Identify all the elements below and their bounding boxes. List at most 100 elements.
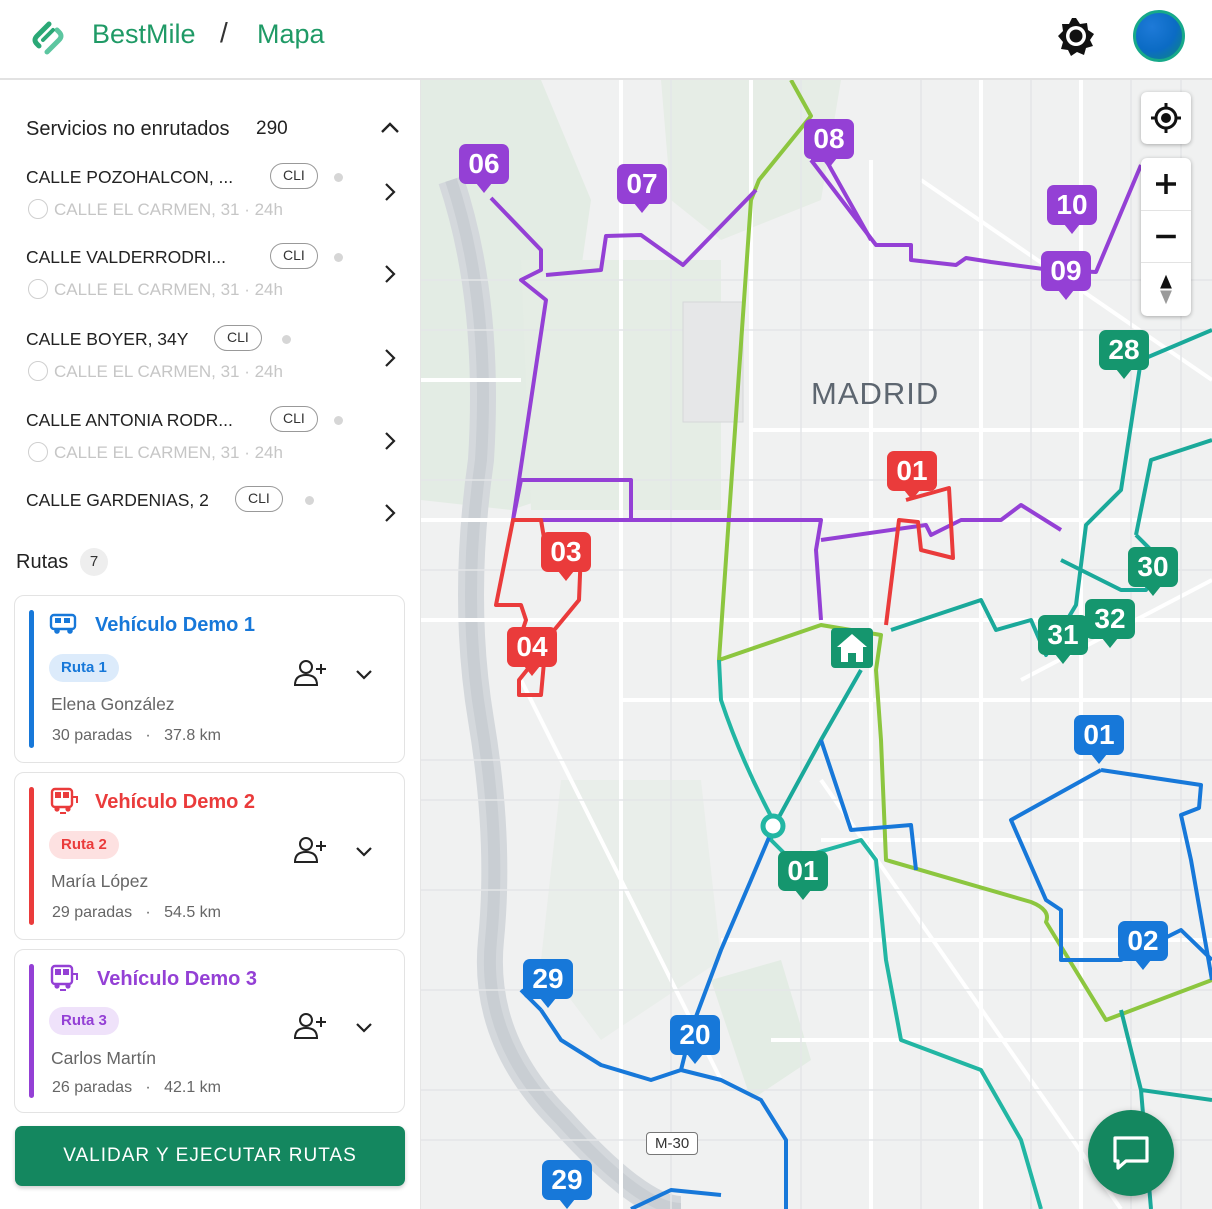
chevron-right-icon[interactable] <box>380 263 400 285</box>
status-dot <box>334 416 343 425</box>
breadcrumb-current[interactable]: Mapa <box>257 19 325 50</box>
service-address: CALLE GARDENIAS, 2 <box>26 490 209 510</box>
stop-marker[interactable]: 10 <box>1047 185 1097 234</box>
routes-title: Rutas <box>16 551 69 573</box>
compass-icon[interactable] <box>1141 262 1191 316</box>
stop-marker[interactable]: 04 <box>507 627 557 676</box>
user-avatar[interactable] <box>1133 10 1185 62</box>
sidebar: Servicios no enrutados 290 CALLE POZOHAL… <box>0 80 421 1209</box>
stop-marker[interactable]: 01 <box>887 451 937 500</box>
client-chip: CLI <box>270 406 318 432</box>
route-distance: 54.5 km <box>164 904 221 921</box>
stop-marker[interactable]: 31 <box>1038 615 1088 664</box>
service-origin-text: CALLE EL CARMEN, 31 · 24h <box>54 280 283 299</box>
locate-control[interactable] <box>1141 92 1191 144</box>
stop-marker[interactable]: 08 <box>804 119 854 168</box>
chevron-right-icon[interactable] <box>380 181 400 203</box>
city-label: MADRID <box>811 376 940 411</box>
stop-marker[interactable]: 30 <box>1128 547 1178 596</box>
stops-count: 26 paradas <box>52 1079 133 1096</box>
assign-driver-icon[interactable] <box>293 835 327 865</box>
collapse-chevron-up-icon[interactable] <box>378 116 402 140</box>
status-dot <box>282 335 291 344</box>
unrouted-item[interactable]: CALLE VALDERRODRI... CLI CALLE EL CARMEN… <box>0 243 421 319</box>
route-card[interactable]: Vehículo Demo 2 Ruta 2 María López 29 pa… <box>14 772 405 940</box>
chevron-right-icon[interactable] <box>380 430 400 452</box>
expand-chevron-down-icon[interactable] <box>354 1017 374 1037</box>
breadcrumb-separator: / <box>220 17 228 48</box>
status-dot <box>305 496 314 505</box>
stops-count: 29 paradas <box>52 904 133 921</box>
chat-icon[interactable] <box>1088 1110 1174 1196</box>
expand-chevron-down-icon[interactable] <box>354 841 374 861</box>
route-card[interactable]: Vehículo Demo 3 Ruta 3 Carlos Martín 26 … <box>14 949 405 1113</box>
stop-marker[interactable]: 06 <box>459 144 509 193</box>
chevron-right-icon[interactable] <box>380 347 400 369</box>
service-address: CALLE VALDERRODRI... <box>26 247 227 267</box>
route-color-bar <box>29 964 34 1098</box>
route-badge: Ruta 1 <box>49 654 119 682</box>
service-origin: CALLE EL CARMEN, 31 · 24h <box>28 199 283 220</box>
chevron-right-icon[interactable] <box>380 502 400 524</box>
brand-name[interactable]: BestMile <box>92 19 196 50</box>
route-color-bar <box>29 787 34 925</box>
origin-arrow-icon <box>28 361 48 381</box>
vehicle-name: Vehículo Demo 3 <box>97 968 258 990</box>
bus-icon <box>50 787 78 814</box>
stop-marker[interactable]: 01 <box>1074 715 1124 764</box>
origin-arrow-icon <box>28 199 48 219</box>
stop-marker[interactable]: 03 <box>541 532 591 581</box>
locate-icon[interactable] <box>1141 92 1191 144</box>
service-origin: CALLE EL CARMEN, 31 · 24h <box>28 361 283 382</box>
route-distance: 42.1 km <box>164 1079 221 1096</box>
stops-count: 30 paradas <box>52 727 133 744</box>
stop-marker[interactable]: 20 <box>670 1015 720 1064</box>
stop-marker[interactable]: 02 <box>1118 921 1168 970</box>
van-icon <box>49 613 77 634</box>
client-chip: CLI <box>235 486 283 512</box>
route-badge: Ruta 2 <box>49 831 119 859</box>
stop-marker[interactable]: 29 <box>523 959 573 1008</box>
service-address: CALLE BOYER, 34Y <box>26 329 189 349</box>
service-origin-text: CALLE EL CARMEN, 31 · 24h <box>54 200 283 219</box>
validate-routes-button[interactable]: VALIDAR Y EJECUTAR RUTAS <box>15 1126 405 1186</box>
unrouted-item[interactable]: CALLE POZOHALCON, ... CLI CALLE EL CARME… <box>0 163 421 239</box>
map-view[interactable]: MADRID M-30 06 07 08 10 09 01 03 04 28 3… <box>421 80 1212 1209</box>
unrouted-item[interactable]: CALLE BOYER, 34Y CLI CALLE EL CARMEN, 31… <box>0 325 421 401</box>
app-header: BestMile / Mapa <box>0 0 1212 80</box>
route-badge: Ruta 3 <box>49 1007 119 1035</box>
driver-name: Elena González <box>51 694 175 714</box>
stats-separator: · <box>145 904 151 921</box>
driver-name: Carlos Martín <box>51 1048 157 1068</box>
vehicle-name: Vehículo Demo 1 <box>95 614 256 636</box>
theme-toggle-icon[interactable] <box>1055 15 1097 57</box>
routes-count-badge: 7 <box>80 548 108 576</box>
stop-marker[interactable]: 28 <box>1099 330 1149 379</box>
stop-marker[interactable]: 09 <box>1041 251 1091 300</box>
vehicle-name: Vehículo Demo 2 <box>95 791 256 813</box>
stop-marker[interactable]: 07 <box>617 164 667 213</box>
unrouted-item[interactable]: CALLE ANTONIA RODR... CLI CALLE EL CARME… <box>0 406 421 482</box>
zoom-in-icon[interactable] <box>1141 158 1191 210</box>
route-card[interactable]: Vehículo Demo 1 Ruta 1 Elena González 30… <box>14 595 405 763</box>
service-origin-text: CALLE EL CARMEN, 31 · 24h <box>54 443 283 462</box>
origin-arrow-icon <box>28 279 48 299</box>
assign-driver-icon[interactable] <box>293 658 327 688</box>
service-origin: CALLE EL CARMEN, 31 · 24h <box>28 279 283 300</box>
route-stats: 29 paradas · 54.5 km <box>52 904 221 922</box>
status-dot <box>334 173 343 182</box>
bestmile-logo-icon[interactable] <box>28 18 68 58</box>
unrouted-title: Servicios no enrutados <box>26 118 230 140</box>
stop-marker[interactable]: 29 <box>542 1160 592 1209</box>
stop-marker[interactable]: 32 <box>1085 599 1135 648</box>
stop-marker[interactable]: 01 <box>778 851 828 900</box>
zoom-out-icon[interactable] <box>1141 210 1191 262</box>
assign-driver-icon[interactable] <box>293 1011 327 1041</box>
home-icon[interactable] <box>831 628 873 668</box>
route-stats: 30 paradas · 37.8 km <box>52 727 221 745</box>
stats-separator: · <box>145 727 151 744</box>
stats-separator: · <box>145 1079 151 1096</box>
chat-button[interactable] <box>1088 1110 1174 1196</box>
route-distance: 37.8 km <box>164 727 221 744</box>
expand-chevron-down-icon[interactable] <box>354 664 374 684</box>
